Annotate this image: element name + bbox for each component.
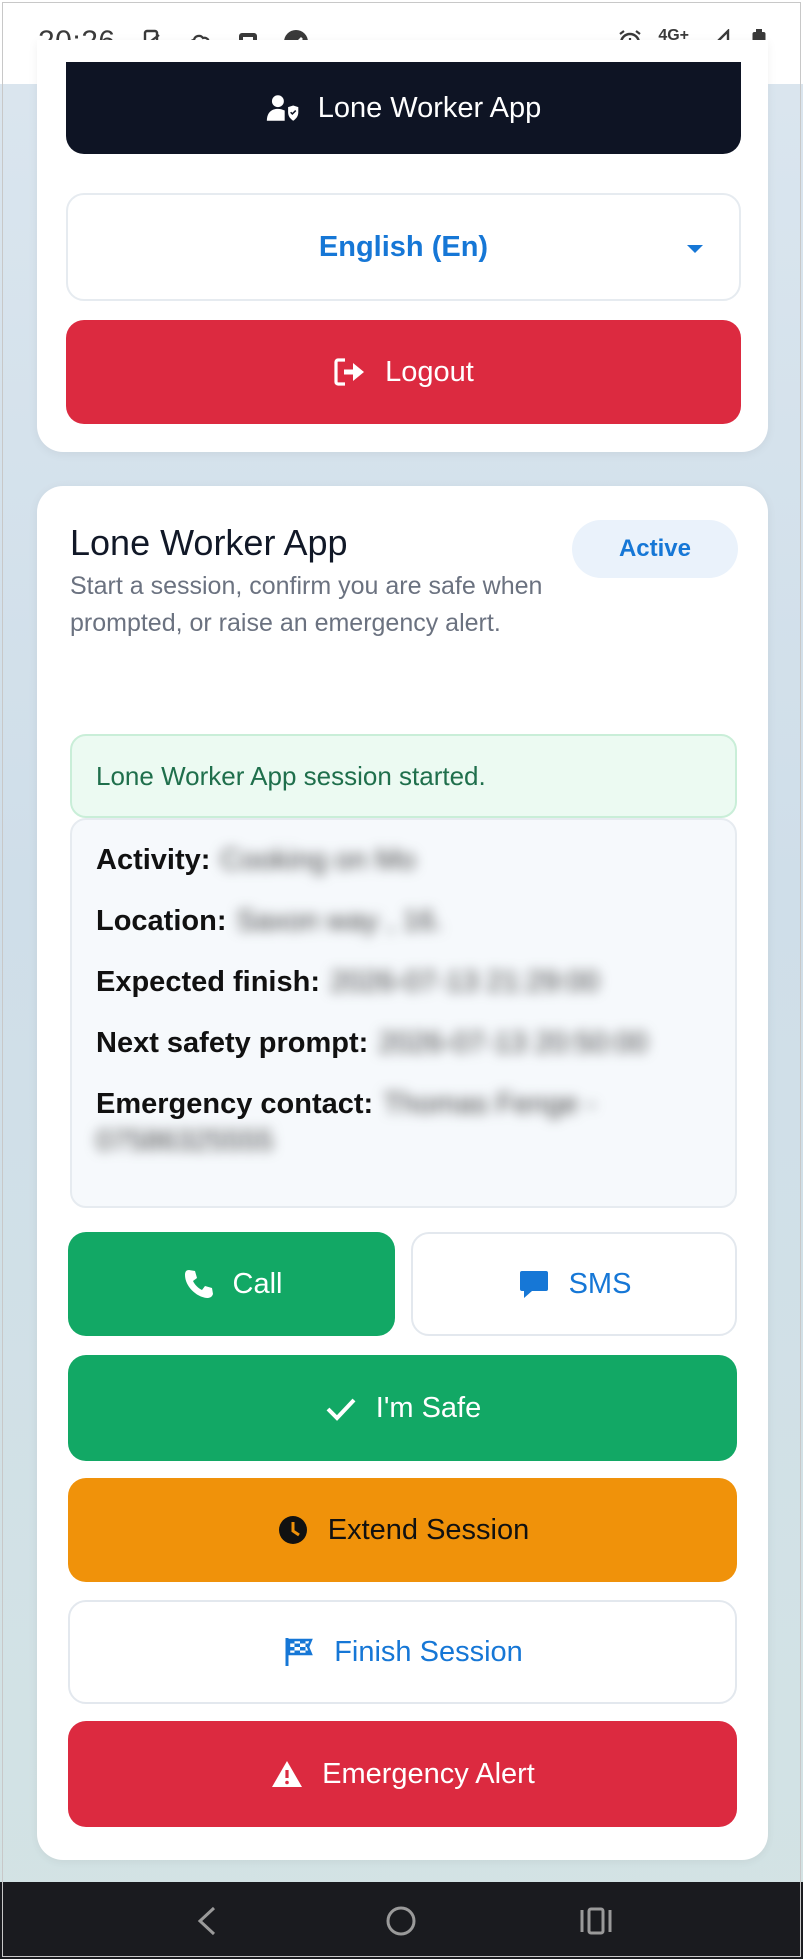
emergency-alert-label: Emergency Alert	[322, 1757, 535, 1790]
detail-activity: Activity: Cooking on Mo	[96, 842, 711, 879]
status-badge: Active	[572, 520, 738, 578]
logout-icon	[333, 355, 367, 389]
caret-down-icon	[687, 245, 703, 253]
detail-value: 2026-07-13 21:29:00	[330, 966, 600, 998]
warning-triangle-icon	[270, 1757, 304, 1791]
phone-icon	[181, 1267, 215, 1301]
logout-button[interactable]: Logout	[66, 320, 741, 424]
detail-label: Next safety prompt:	[96, 1027, 369, 1059]
finish-session-label: Finish Session	[334, 1635, 523, 1668]
session-card: Lone Worker App Start a session, confirm…	[37, 486, 768, 1860]
detail-next-prompt: Next safety prompt: 2026-07-13 20:50:00	[96, 1025, 711, 1062]
detail-value: Saxon way , 16.	[236, 905, 443, 937]
session-subtitle: Start a session, confirm you are safe wh…	[70, 572, 543, 637]
session-title: Lone Worker App	[70, 522, 348, 563]
call-button[interactable]: Call	[68, 1232, 395, 1336]
home-button[interactable]	[371, 1891, 431, 1951]
check-icon	[324, 1391, 358, 1425]
system-nav-bar	[0, 1882, 803, 1959]
session-notice: Lone Worker App session started.	[70, 734, 737, 818]
detail-label: Expected finish:	[96, 966, 320, 998]
detail-value: Cooking on Mo	[220, 844, 416, 876]
session-details: Activity: Cooking on Mo Location: Saxon wa…	[70, 818, 737, 1208]
clock-icon	[276, 1513, 310, 1547]
im-safe-button[interactable]: I'm Safe	[68, 1355, 737, 1461]
detail-label: Location:	[96, 905, 227, 937]
home-circle-icon	[386, 1906, 416, 1935]
finish-session-button[interactable]: Finish Session	[68, 1600, 737, 1704]
back-button[interactable]	[177, 1891, 237, 1951]
call-label: Call	[232, 1267, 283, 1300]
app-header-label: Lone Worker App	[317, 91, 542, 124]
detail-emergency-contact: Emergency contact: Thomas Fenge - 0758632…	[96, 1086, 711, 1160]
detail-location: Location: Saxon way , 16.	[96, 903, 711, 940]
extend-session-label: Extend Session	[327, 1513, 530, 1546]
back-chevron-icon	[197, 1906, 216, 1935]
detail-expected-finish: Expected finish: 2026-07-13 21:29:00	[96, 964, 711, 1001]
emergency-alert-button[interactable]: Emergency Alert	[68, 1721, 737, 1827]
detail-label: Emergency contact:	[96, 1088, 374, 1120]
user-shield-icon	[266, 91, 300, 125]
language-select[interactable]: English (En)	[66, 193, 741, 301]
recents-button[interactable]	[566, 1891, 626, 1951]
extend-session-button[interactable]: Extend Session	[68, 1478, 737, 1582]
top-card: Lone Worker App English (En) Logout	[37, 40, 768, 452]
app-header-button[interactable]: Lone Worker App	[66, 62, 741, 154]
logout-label: Logout	[385, 355, 474, 388]
checkered-flag-icon	[282, 1635, 316, 1669]
sms-button[interactable]: SMS	[411, 1232, 737, 1336]
detail-value: 2026-07-13 20:50:00	[378, 1027, 648, 1059]
chat-bubble-icon	[517, 1267, 551, 1301]
sms-label: SMS	[568, 1267, 632, 1300]
recents-icon	[580, 1907, 612, 1934]
im-safe-label: I'm Safe	[375, 1391, 482, 1424]
detail-label: Activity:	[96, 844, 211, 876]
language-selected: English (En)	[318, 230, 489, 263]
